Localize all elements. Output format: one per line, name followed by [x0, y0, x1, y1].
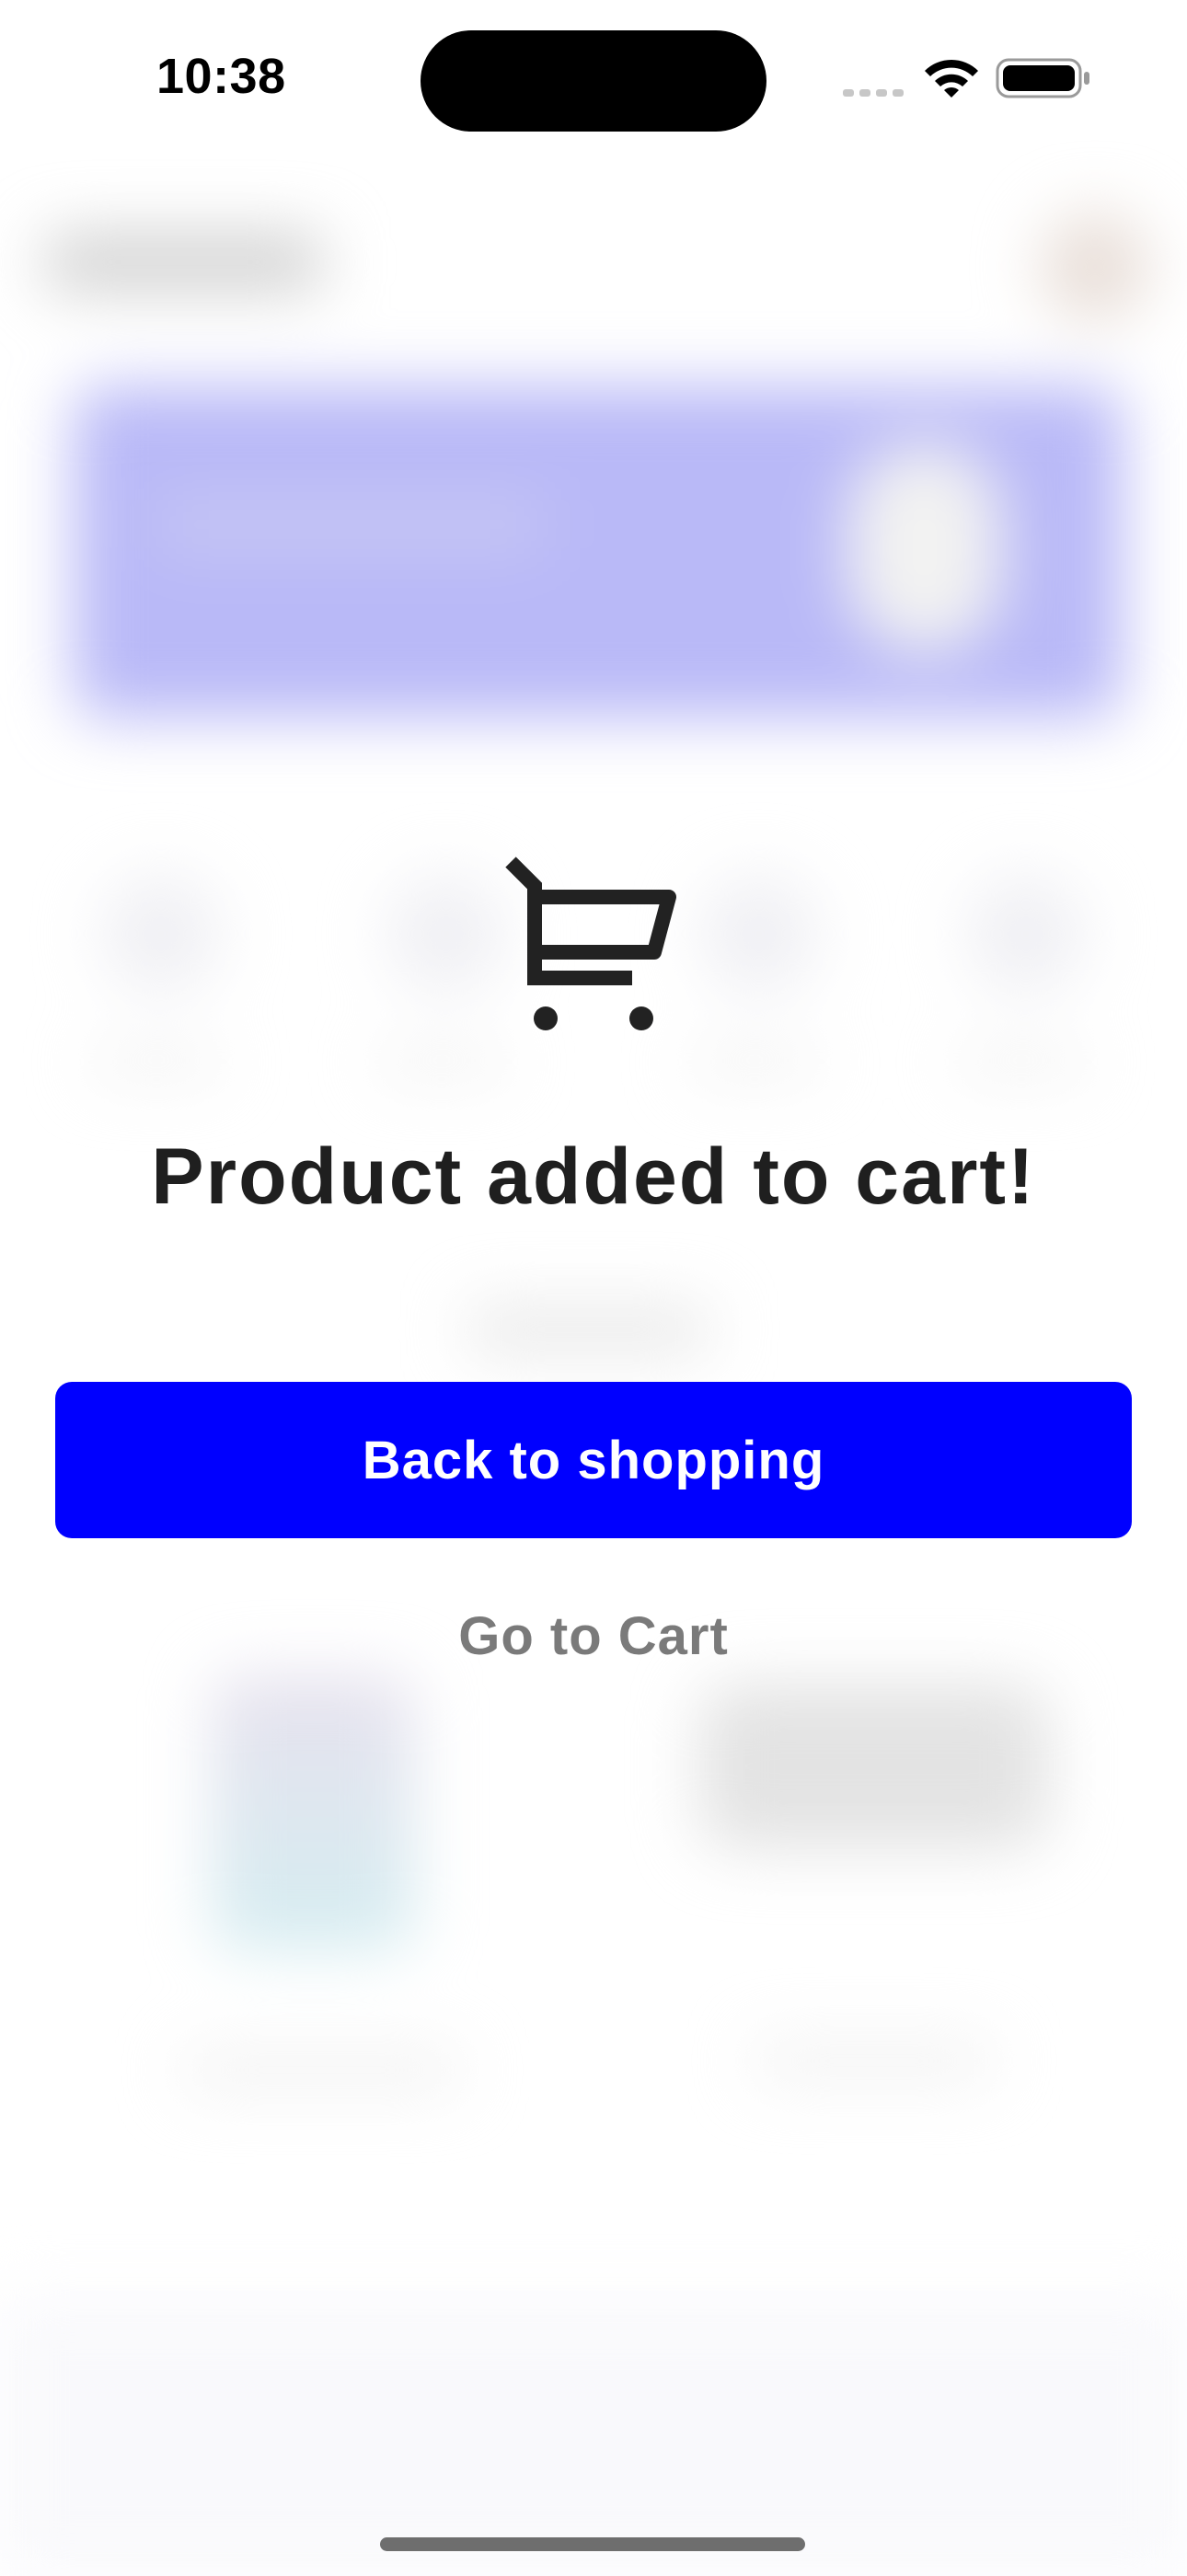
add-to-cart-confirmation: Product added to cart! Back to shopping …: [0, 0, 1187, 2572]
back-to-shopping-button[interactable]: Back to shopping: [55, 1382, 1132, 1538]
dynamic-island: [421, 30, 766, 132]
shopping-cart-icon: [505, 857, 676, 1030]
status-time: 10:38: [156, 49, 286, 104]
wifi-icon: [925, 59, 978, 98]
cellular-signal-icon: [843, 89, 904, 97]
battery-icon: [996, 58, 1089, 98]
confirmation-title: Product added to cart!: [151, 1133, 1036, 1221]
home-indicator[interactable]: [380, 2537, 805, 2551]
status-icons: [839, 55, 1089, 101]
status-bar: 10:38: [0, 0, 1187, 156]
go-to-cart-link[interactable]: Go to Cart: [0, 1605, 1187, 1667]
